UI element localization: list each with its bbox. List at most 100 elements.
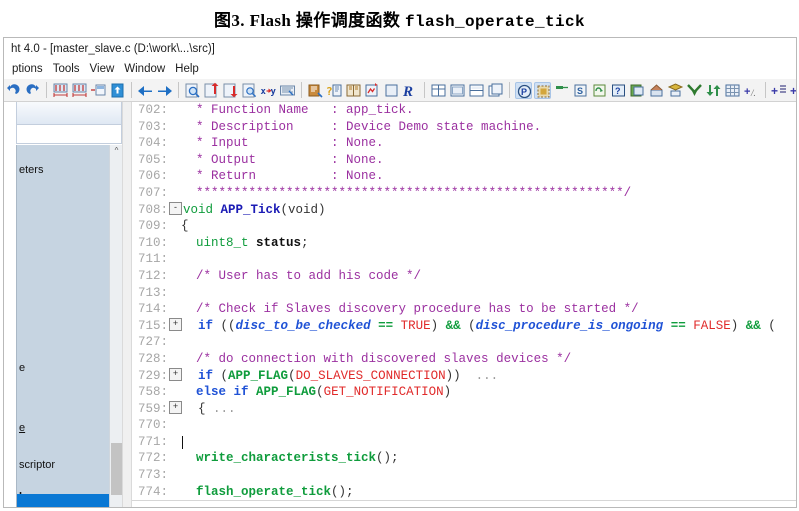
find-in-files-icon[interactable] xyxy=(241,82,258,99)
code-line[interactable]: 772: write_characterists_tick(); xyxy=(132,450,776,467)
step-icon[interactable]: ? xyxy=(610,82,627,99)
code-line[interactable]: 703: * Description : Device Demo state m… xyxy=(132,119,776,136)
code-line[interactable]: 727: xyxy=(132,334,776,351)
remove-bookmark-icon[interactable] xyxy=(71,82,88,99)
memory-map-icon[interactable]: +/. xyxy=(743,82,760,99)
svg-text:/.: /. xyxy=(750,88,756,98)
tree-item-1[interactable]: e xyxy=(17,361,109,375)
window-title: ht 4.0 - [master_slave.c (D:\work\...\sr… xyxy=(11,43,215,55)
start-debug-icon[interactable]: P xyxy=(515,82,532,99)
code-line[interactable]: 771: xyxy=(132,434,776,451)
code-line[interactable]: 715: + if ((disc_to_be_checked == TRUE) &… xyxy=(132,317,776,335)
tree-item-2[interactable]: e xyxy=(17,421,109,435)
code-editor[interactable]: 702: * Function Name : app_tick. 703: * D… xyxy=(132,102,796,507)
single-pane-icon[interactable] xyxy=(449,82,466,99)
build-target-icon[interactable] xyxy=(345,82,362,99)
run-to-cursor-icon[interactable] xyxy=(667,82,684,99)
panel-splitter[interactable] xyxy=(122,102,132,507)
kill-breakpoints-icon[interactable] xyxy=(591,82,608,99)
main-toolbar[interactable]: xy?RPS?+/.++− xyxy=(4,79,796,102)
code-token: * Return : None. xyxy=(196,169,384,184)
code-line[interactable]: 706: * Return : None. xyxy=(132,168,776,185)
code-token: APP_FLAG xyxy=(256,385,317,400)
add-list-icon[interactable]: + xyxy=(790,82,796,99)
code-text[interactable]: 702: * Function Name : app_tick. 703: * D… xyxy=(132,102,776,507)
code-line[interactable]: 714: /* Check if Slaves discovery proced… xyxy=(132,301,776,318)
magic-wand-icon[interactable]: R xyxy=(402,82,419,99)
fold-expand-icon[interactable]: + xyxy=(169,367,182,381)
find-previous-icon[interactable] xyxy=(203,82,220,99)
code-line[interactable]: 770: xyxy=(132,417,776,434)
menu-item-window[interactable]: Window xyxy=(119,60,170,79)
add-watch-icon[interactable]: + xyxy=(771,82,788,99)
tree-selected-row[interactable] xyxy=(17,494,109,507)
code-line[interactable]: 773: xyxy=(132,467,776,484)
code-line[interactable]: 709: { xyxy=(132,218,776,235)
batch-build-icon[interactable] xyxy=(364,82,381,99)
code-token: (void) xyxy=(280,202,326,217)
disable-breakpoints-icon[interactable]: S xyxy=(572,82,589,99)
insert-breakpoint-icon[interactable] xyxy=(534,82,551,99)
grid-layout-icon[interactable] xyxy=(430,82,447,99)
fold-collapse-icon[interactable]: - xyxy=(169,201,182,215)
menu-bar[interactable]: ptions Tools View Window Help xyxy=(4,60,796,79)
project-tree-scrollbar[interactable]: ^ xyxy=(109,145,122,507)
build-icon[interactable] xyxy=(307,82,324,99)
code-line[interactable]: 702: * Function Name : app_tick. xyxy=(132,102,776,119)
code-line[interactable]: 728: /* do connection with discovered sl… xyxy=(132,351,776,368)
fold-expand-icon[interactable]: + xyxy=(169,317,182,331)
code-line[interactable]: 712: /* User has to add his code */ xyxy=(132,268,776,285)
code-token: * Input : None. xyxy=(196,136,384,151)
step-down-icon[interactable] xyxy=(705,82,722,99)
project-search-input[interactable] xyxy=(16,124,122,144)
code-line[interactable]: 705: * Output : None. xyxy=(132,152,776,169)
menu-item-help[interactable]: Help xyxy=(170,60,204,79)
options-target-icon[interactable] xyxy=(383,82,400,99)
navigate-forward-icon[interactable] xyxy=(156,82,173,99)
code-line[interactable]: 707: ***********************************… xyxy=(132,185,776,202)
fold-expand-icon[interactable]: + xyxy=(169,400,182,414)
code-line[interactable]: 729: + if (APP_FLAG(DO_SLAVES_CONNECTION)… xyxy=(132,367,776,385)
code-line[interactable]: 759: + { ... xyxy=(132,400,776,418)
translate-icon[interactable]: ? xyxy=(326,82,343,99)
code-line[interactable]: 713: xyxy=(132,285,776,302)
code-line[interactable]: 774: flash_operate_tick(); xyxy=(132,484,776,501)
code-token: * Function Name : app_tick. xyxy=(196,103,414,117)
incremental-find-icon[interactable] xyxy=(279,82,296,99)
redo-icon[interactable] xyxy=(24,82,41,99)
menu-item-view[interactable]: View xyxy=(85,60,120,79)
tree-item-3[interactable]: scriptor xyxy=(17,458,109,472)
code-line[interactable]: 704: * Input : None. xyxy=(132,135,776,152)
next-bookmark-icon[interactable] xyxy=(90,82,107,99)
split-pane-icon[interactable] xyxy=(468,82,485,99)
navigate-back-icon[interactable] xyxy=(137,82,154,99)
code-token: { xyxy=(181,219,189,234)
find-next-icon[interactable] xyxy=(222,82,239,99)
project-tree[interactable]: eterseescriptork ^ xyxy=(16,145,122,507)
scrollbar-thumb[interactable] xyxy=(111,443,122,495)
replace-icon[interactable]: xy xyxy=(260,82,277,99)
toolbar-separator xyxy=(765,82,766,98)
code-line[interactable]: 710: uint8_t status; xyxy=(132,235,776,252)
copy-window-icon[interactable] xyxy=(487,82,504,99)
code-line[interactable]: 708: - void APP_Tick(void) xyxy=(132,201,776,219)
step-out-icon[interactable] xyxy=(648,82,665,99)
step-over-icon[interactable] xyxy=(629,82,646,99)
scroll-up-arrow-icon[interactable]: ^ xyxy=(110,145,122,157)
stop-debug-icon[interactable] xyxy=(686,82,703,99)
code-line[interactable]: 758: else if APP_FLAG(GET_NOTIFICATION) xyxy=(132,384,776,401)
svg-text:+: + xyxy=(771,84,778,98)
code-line[interactable]: 711: xyxy=(132,251,776,268)
swap-icon[interactable] xyxy=(724,82,741,99)
menu-item-tools[interactable]: Tools xyxy=(48,60,85,79)
tree-item-0[interactable]: eters xyxy=(17,163,109,177)
enable-breakpoint-icon[interactable] xyxy=(553,82,570,99)
clear-bookmarks-icon[interactable] xyxy=(109,82,126,99)
code-token: disc_procedure_is_ongoing xyxy=(475,318,664,333)
insert-bookmark-icon[interactable] xyxy=(52,82,69,99)
project-panel-tabstrip[interactable] xyxy=(16,102,122,124)
undo-icon[interactable] xyxy=(5,82,22,99)
menu-item-options[interactable]: ptions xyxy=(7,60,48,79)
find-icon[interactable] xyxy=(184,82,201,99)
